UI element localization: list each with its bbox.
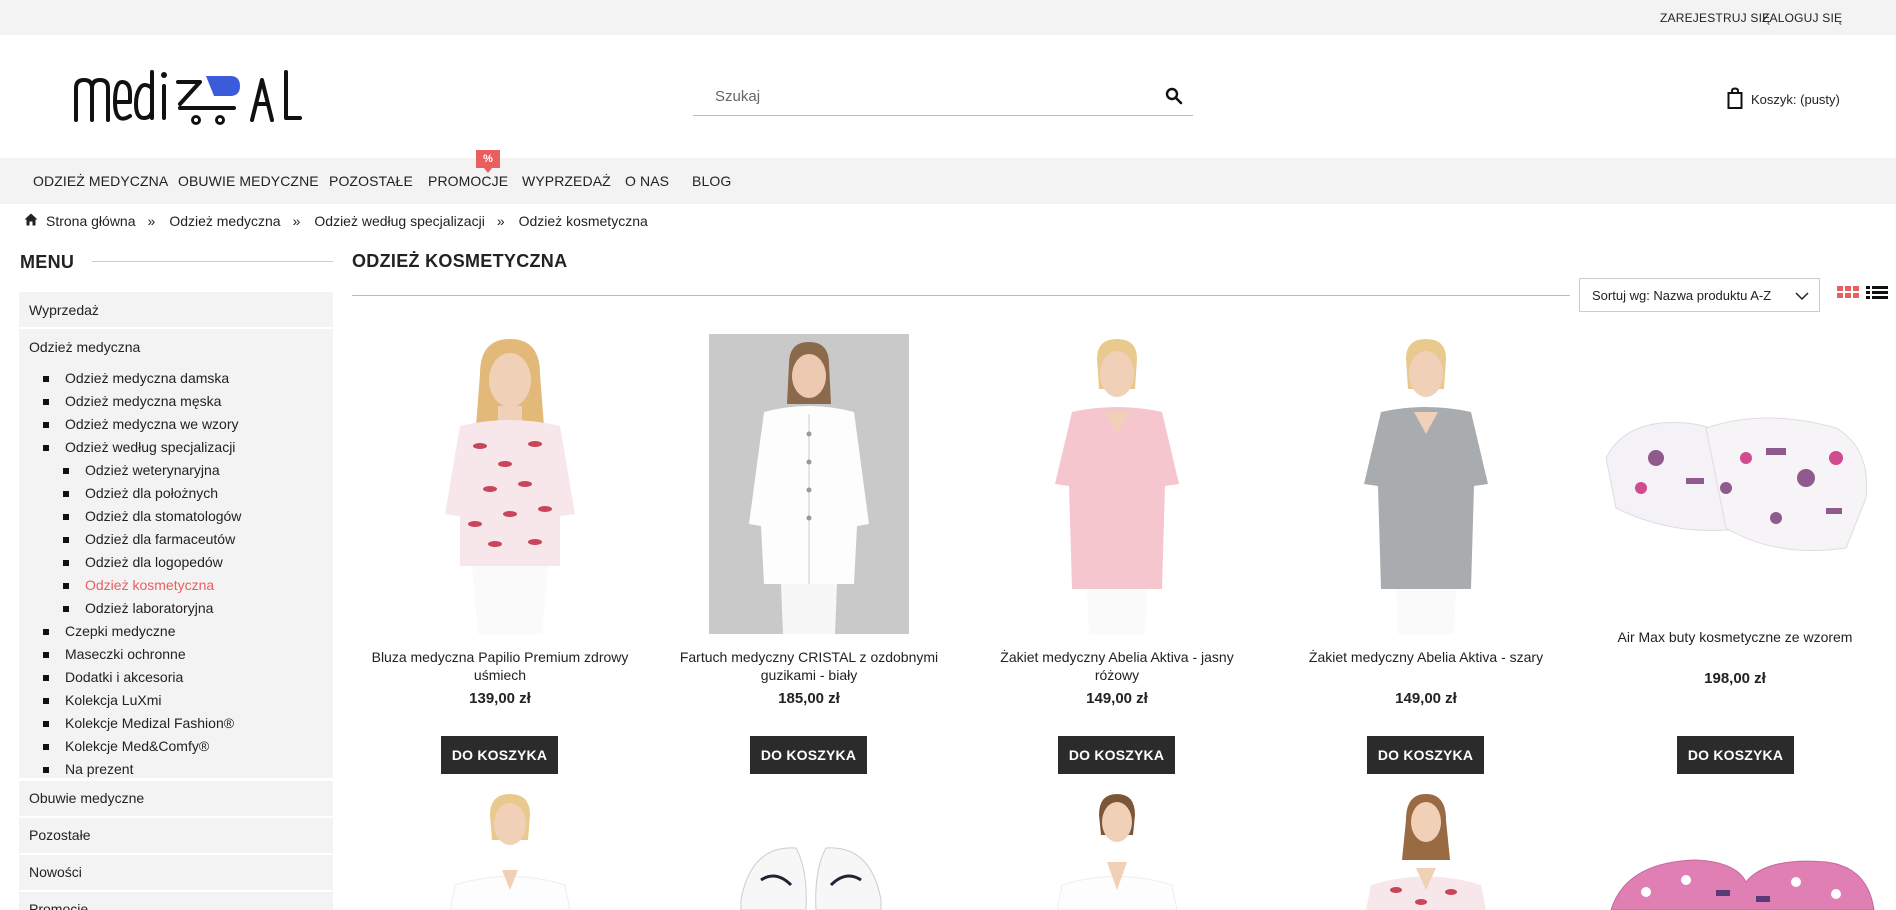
sidebar-item-pozostale[interactable]: Pozostałe [19, 818, 333, 853]
grid-view-icon[interactable] [1837, 286, 1859, 304]
product-image[interactable] [1017, 334, 1217, 634]
product-image[interactable] [410, 334, 610, 634]
nav-item-blog[interactable]: BLOG [692, 173, 731, 189]
product-image[interactable] [1356, 790, 1496, 910]
sidebar-subitem-wedlug-specjalizacji[interactable]: Odzież według specjalizacji [42, 439, 235, 455]
product-image[interactable] [1606, 852, 1876, 910]
product-price: 139,00 zł [469, 690, 531, 707]
sidebar-item-wyprzedaz[interactable]: Wyprzedaż [19, 292, 333, 327]
product-price: 198,00 zł [1704, 670, 1766, 687]
product-image[interactable] [736, 840, 886, 910]
breadcrumb: Strona główna » Odzież medyczna » Odzież… [24, 212, 648, 230]
top-bar: ZAREJESTRUJ SIĘ ZALOGUJ SIĘ [0, 0, 1896, 35]
login-link[interactable]: ZALOGUJ SIĘ [1762, 11, 1842, 25]
product-price: 149,00 zł [1395, 690, 1457, 707]
sidebar-subsubitem-poloznych[interactable]: Odzież dla położnych [62, 485, 218, 501]
sidebar-subitem-dodatki[interactable]: Dodatki i akcesoria [42, 669, 183, 685]
breadcrumb-separator: » [147, 213, 156, 229]
breadcrumb-odziez-medyczna[interactable]: Odzież medyczna [169, 213, 280, 229]
add-to-cart-button[interactable]: DO KOSZYKA [1367, 736, 1484, 774]
product-name[interactable]: Bluza medyczna Papilio Premium zdrowy uś… [365, 648, 635, 684]
nav-item-obuwie-medyczne[interactable]: OBUWIE MEDYCZNE [178, 173, 319, 189]
breadcrumb-separator: » [292, 213, 301, 229]
breadcrumb-separator: » [496, 213, 505, 229]
list-view-icon[interactable] [1866, 286, 1888, 304]
product-name[interactable]: Fartuch medyczny CRISTAL z ozdobnymi guz… [674, 648, 944, 684]
product-image[interactable] [709, 334, 909, 634]
search-input[interactable] [715, 88, 1135, 105]
chevron-down-icon [1795, 289, 1809, 301]
sidebar-subsubitem-kosmetyczna[interactable]: Odzież kosmetyczna [62, 577, 214, 593]
product-image[interactable] [1326, 334, 1526, 634]
sidebar-item-obuwie-medyczne[interactable]: Obuwie medyczne [19, 781, 333, 816]
product-name[interactable]: Air Max buty kosmetyczne ze wzorem [1600, 628, 1870, 646]
title-divider [352, 295, 1570, 296]
sidebar-subsubitem-stomatologow[interactable]: Odzież dla stomatologów [62, 508, 241, 524]
search-icon[interactable] [1165, 87, 1185, 107]
product-image[interactable] [1047, 790, 1187, 910]
sidebar-subitem-we-wzory[interactable]: Odzież medyczna we wzory [43, 416, 239, 432]
cart-button[interactable]: Koszyk: (pusty) [1727, 86, 1840, 112]
register-link[interactable]: ZAREJESTRUJ SIĘ [1660, 11, 1770, 25]
sidebar-subsubitem-logopedow[interactable]: Odzież dla logopedów [63, 554, 223, 570]
sidebar-title: MENU [20, 252, 75, 272]
sidebar-subitem-med-comfy[interactable]: Kolekcje Med&Comfy® [42, 738, 209, 754]
add-to-cart-button[interactable]: DO KOSZYKA [1677, 736, 1794, 774]
sidebar-subitem-czepki[interactable]: Czepki medyczne [43, 623, 176, 639]
sidebar-title-divider [92, 261, 333, 262]
breadcrumb-current: Odzież kosmetyczna [518, 213, 648, 229]
product-name[interactable]: Żakiet medyczny Abelia Aktiva - jasny ró… [982, 648, 1252, 684]
main-nav: ODZIEŻ MEDYCZNA OBUWIE MEDYCZNE POZOSTAŁ… [0, 158, 1896, 204]
sidebar-subitem-maseczki[interactable]: Maseczki ochronne [43, 646, 186, 662]
sidebar-subitem-meska[interactable]: Odzież medyczna męska [42, 393, 221, 409]
sidebar-subitem-na-prezent[interactable]: Na prezent [42, 761, 133, 777]
product-image[interactable] [440, 790, 580, 910]
add-to-cart-button[interactable]: DO KOSZYKA [750, 736, 867, 774]
sidebar-subsubitem-weterynaryjna[interactable]: Odzież weterynaryjna [63, 462, 220, 478]
product-price: 185,00 zł [778, 690, 840, 707]
breadcrumb-odziez-wedlug-specjalizacji[interactable]: Odzież według specjalizacji [314, 213, 484, 229]
sidebar-subsubitem-farmaceutow[interactable]: Odzież dla farmaceutów [62, 531, 235, 547]
cart-status: (pusty) [1800, 91, 1840, 107]
sidebar-subsubitem-laboratoryjna[interactable]: Odzież laboratoryjna [62, 600, 213, 616]
sidebar-item-nowosci[interactable]: Nowości [19, 855, 333, 890]
nav-item-pozostale[interactable]: POZOSTAŁE [329, 173, 413, 189]
site-logo[interactable] [74, 68, 304, 128]
breadcrumb-home[interactable]: Strona główna [46, 213, 136, 229]
nav-item-promocje[interactable]: PROMOCJE [428, 173, 508, 189]
product-image[interactable] [1596, 388, 1876, 578]
search-bar [693, 80, 1193, 116]
sidebar-subitem-luxmi[interactable]: Kolekcja LuXmi [43, 692, 162, 708]
sort-select[interactable]: Sortuj wg: Nazwa produktu A-Z [1579, 278, 1820, 312]
sidebar-item-promocje[interactable]: Promocje [19, 892, 333, 910]
shopping-bag-icon [1727, 86, 1743, 112]
sidebar-subitem-medizal-fashion[interactable]: Kolekcje Medizal Fashion® [42, 715, 234, 731]
product-price: 149,00 zł [1086, 690, 1148, 707]
nav-item-o-nas[interactable]: O NAS [625, 173, 669, 189]
add-to-cart-button[interactable]: DO KOSZYKA [1058, 736, 1175, 774]
promo-badge: % [476, 150, 500, 173]
nav-item-wyprzedaz[interactable]: WYPRZEDAŻ [522, 173, 611, 189]
nav-item-odziez-medyczna[interactable]: ODZIEŻ MEDYCZNA [33, 173, 168, 189]
product-name[interactable]: Żakiet medyczny Abelia Aktiva - szary [1291, 648, 1561, 666]
home-icon[interactable] [24, 213, 38, 229]
cart-label: Koszyk: [1751, 91, 1797, 107]
sidebar-subitem-damska[interactable]: Odzież medyczna damska [42, 370, 229, 386]
add-to-cart-button[interactable]: DO KOSZYKA [441, 736, 558, 774]
page-title: ODZIEŻ KOSMETYCZNA [352, 251, 568, 271]
sort-label: Sortuj wg: Nazwa produktu A-Z [1592, 288, 1772, 303]
